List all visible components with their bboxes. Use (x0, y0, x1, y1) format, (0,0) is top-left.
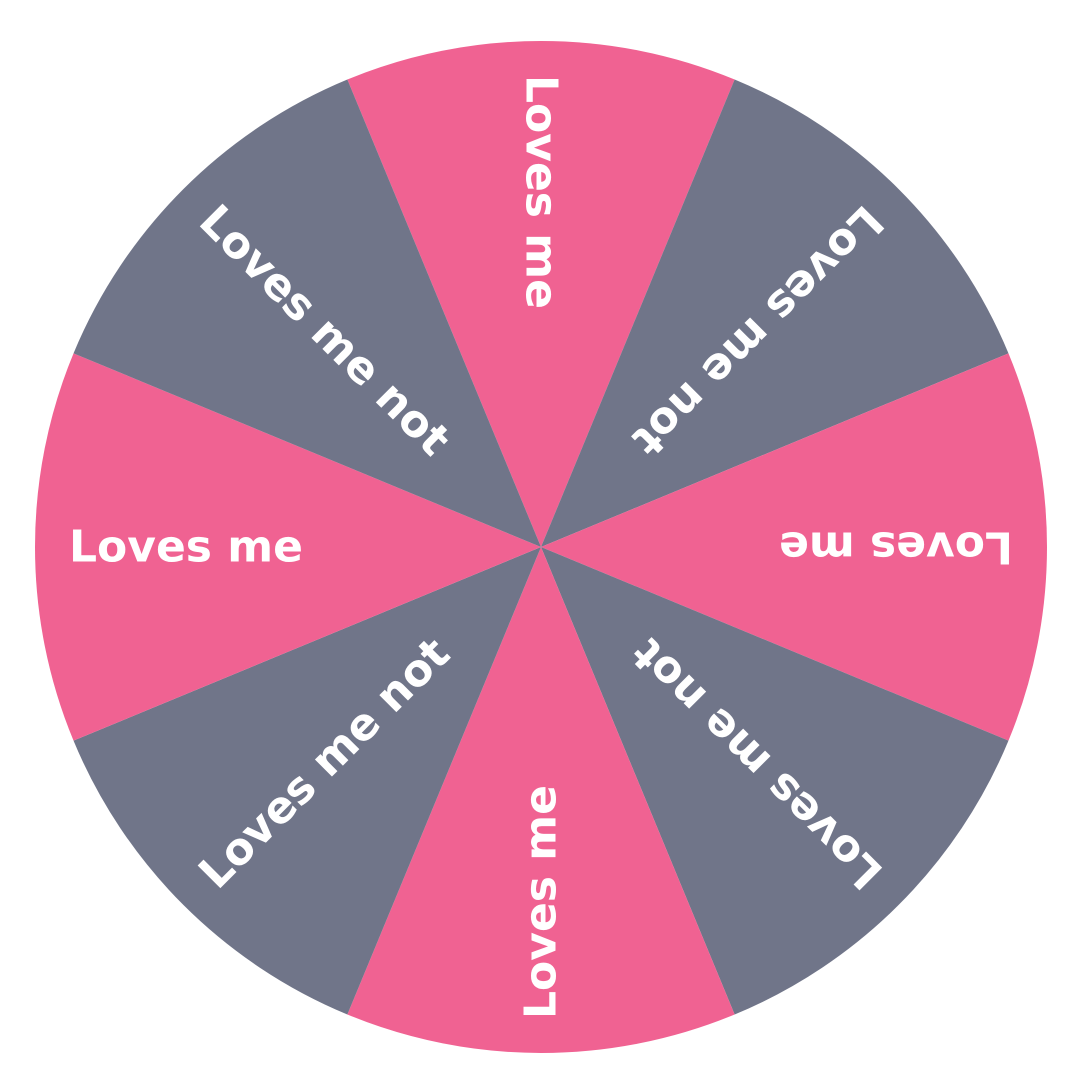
spin-wheel[interactable]: Loves meLoves me notLoves meLoves me not… (0, 0, 1080, 1090)
wheel-slice-label: Loves me (516, 785, 567, 1019)
wheel-slice-label: Loves me (69, 522, 303, 573)
wheel-slice-label: Loves me (779, 522, 1013, 573)
wheel-slice-label: Loves me (516, 75, 567, 309)
